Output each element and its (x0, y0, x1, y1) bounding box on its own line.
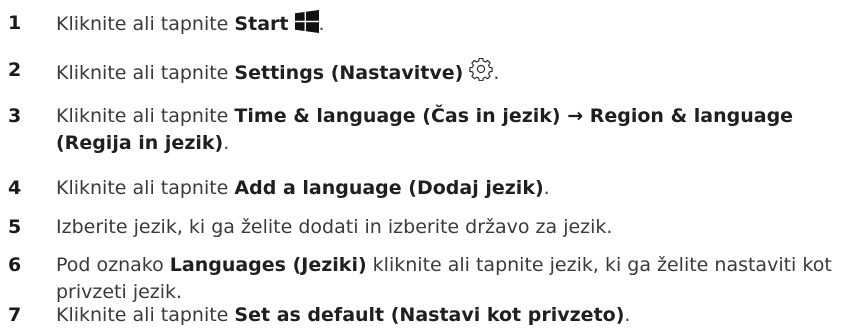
windows-logo-icon (294, 10, 319, 33)
step-number: 6 (8, 254, 22, 276)
gear-icon (469, 57, 493, 81)
step-suffix: . (493, 62, 500, 84)
step-number: 2 (8, 59, 22, 81)
step-number: 3 (8, 105, 22, 127)
instruction-steps: 1 Kliknite ali tapnite Start . 2 Kliknit… (0, 0, 842, 334)
step-number: 4 (8, 177, 22, 199)
step-prefix: Kliknite ali tapnite (56, 304, 235, 326)
step-prefix: Kliknite ali tapnite (56, 105, 235, 127)
step-text: Kliknite ali tapnite Settings (Nastavitv… (56, 57, 836, 87)
ui-term: Start (234, 13, 289, 35)
ui-term: Settings (Nastavitve) (234, 62, 464, 84)
ui-term: Languages (Jeziki) (169, 254, 367, 276)
step-prefix: Kliknite ali tapnite (56, 62, 235, 84)
step-prefix: Kliknite ali tapnite (56, 13, 235, 35)
ui-term: Set as default (Nastavi kot privzeto) (234, 304, 625, 326)
step-prefix: Pod oznako (56, 254, 170, 276)
step-number: 1 (8, 12, 22, 34)
step-suffix: . (318, 13, 325, 35)
step-suffix: . (624, 304, 631, 326)
step-text: Kliknite ali tapnite Start . (56, 10, 836, 38)
step-suffix: . (543, 177, 550, 199)
step-text: Izberite jezik, ki ga želite dodati in i… (56, 216, 613, 238)
ui-term: Add a language (Dodaj jezik) (234, 177, 544, 199)
step-number: 5 (8, 216, 22, 238)
step-prefix: Kliknite ali tapnite (56, 177, 235, 199)
step-text: Kliknite ali tapnite Time & language (Ča… (56, 103, 836, 157)
step-text: Kliknite ali tapnite Set as default (Nas… (56, 302, 836, 329)
step-text: Pod oznako Languages (Jeziki) kliknite a… (56, 252, 836, 306)
step-suffix: . (223, 132, 230, 154)
step-text: Kliknite ali tapnite Add a language (Dod… (56, 175, 836, 202)
step-number: 7 (8, 304, 22, 326)
